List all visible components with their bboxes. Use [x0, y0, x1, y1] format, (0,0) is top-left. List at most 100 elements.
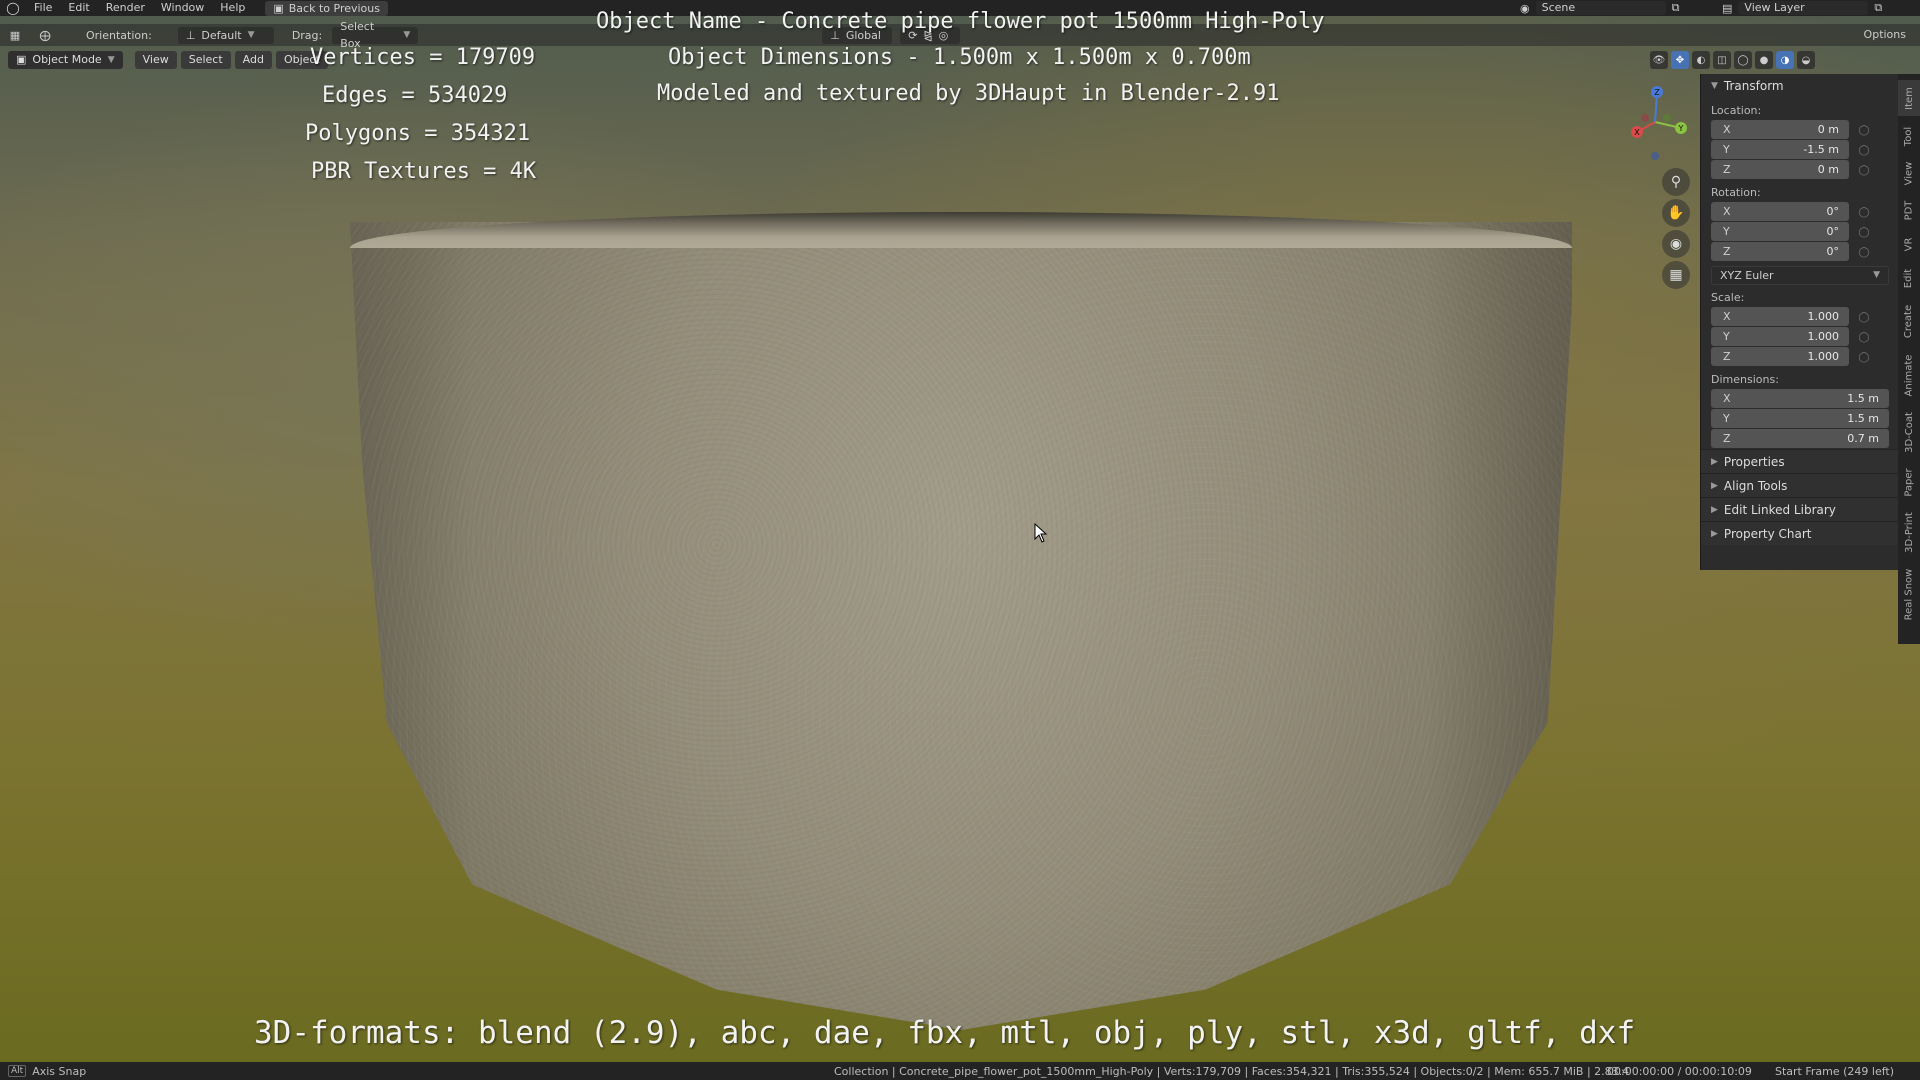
zoom-icon[interactable]: ⚲	[1662, 168, 1690, 196]
orientation-dropdown[interactable]: ⊥ Default ▼	[177, 26, 274, 44]
object-mode-dropdown[interactable]: ▣ Object Mode ▼	[8, 51, 123, 69]
axis-label: Y	[1723, 330, 1730, 343]
menu-file[interactable]: File	[26, 0, 60, 16]
tab-pdt[interactable]: PDT	[1898, 194, 1920, 226]
scene-icon: ◉	[1520, 1, 1530, 15]
rotation-z-field[interactable]: Z 0°	[1711, 242, 1849, 261]
tab-tool[interactable]: Tool	[1898, 120, 1920, 152]
properties-panel-header[interactable]: ▶ Properties	[1701, 449, 1898, 473]
drag-dropdown[interactable]: Select Box ▼	[332, 20, 419, 50]
location-y-row: Y -1.5 m ◯	[1701, 140, 1898, 160]
menu-window[interactable]: Window	[153, 0, 212, 16]
property-chart-panel-header[interactable]: ▶ Property Chart	[1701, 521, 1898, 545]
field-value: 1.5 m	[1847, 412, 1879, 425]
3d-viewport[interactable]	[0, 0, 1920, 1080]
scene-copy-icon[interactable]: ⧉	[1672, 1, 1680, 15]
axis-label: Z	[1723, 350, 1731, 363]
overlay-toggle-icon[interactable]: ◐	[1692, 51, 1710, 69]
tab-item[interactable]: Item	[1898, 80, 1920, 116]
lock-icon[interactable]: ◯	[1849, 227, 1879, 238]
scale-z-field[interactable]: Z 1.000	[1711, 347, 1849, 366]
solid-shading-icon[interactable]: ●	[1755, 51, 1773, 69]
axis-label: X	[1723, 310, 1731, 323]
axis-label: X	[1723, 205, 1731, 218]
menu-render[interactable]: Render	[98, 0, 153, 16]
location-y-field[interactable]: Y -1.5 m	[1711, 140, 1849, 159]
viewport-shading-controls: 👁 ✥ ◐ ◫ ◯ ● ◑ ◒	[1650, 50, 1815, 70]
options-button[interactable]: Options	[1858, 26, 1912, 43]
lock-icon[interactable]: ◯	[1849, 207, 1879, 218]
camera-view-icon[interactable]: ◉	[1662, 230, 1690, 258]
lock-icon[interactable]: ◯	[1849, 125, 1879, 136]
orientation-label: Orientation:	[86, 28, 152, 42]
back-to-previous-button[interactable]: ▣ Back to Previous	[265, 0, 388, 16]
blender-logo-icon[interactable]: ◯	[0, 0, 26, 16]
scale-y-field[interactable]: Y 1.000	[1711, 327, 1849, 346]
location-z-field[interactable]: Z 0 m	[1711, 160, 1849, 179]
tab-view[interactable]: View	[1898, 156, 1920, 190]
add-menu-button[interactable]: Add	[234, 51, 272, 69]
menu-help[interactable]: Help	[212, 0, 253, 16]
visibility-icon[interactable]: 👁	[1650, 51, 1668, 69]
scene-field[interactable]: Scene	[1535, 1, 1666, 15]
dimensions-x-field[interactable]: X 1.5 m	[1711, 389, 1889, 408]
lock-icon[interactable]: ◯	[1849, 332, 1879, 343]
gizmo-y-label: Y	[1678, 124, 1684, 133]
view-layer-selector[interactable]: ▤ View Layer ⧉	[1722, 1, 1912, 15]
lock-icon[interactable]: ◯	[1849, 247, 1879, 258]
wireframe-shading-icon[interactable]: ◯	[1734, 51, 1752, 69]
location-label: Location:	[1711, 104, 1762, 117]
tab-label: Animate	[1903, 354, 1915, 396]
rotation-mode-select[interactable]: XYZ Euler ▼	[1711, 266, 1889, 285]
tab-3d-coat[interactable]: 3D-Coat	[1898, 406, 1920, 458]
tab-label: Paper	[1903, 467, 1915, 497]
editor-type-icon[interactable]: ▦	[0, 24, 30, 46]
pan-hand-icon[interactable]: ✋	[1662, 199, 1690, 227]
drag-label: Drag:	[291, 28, 323, 42]
xray-toggle-icon[interactable]: ◫	[1713, 51, 1731, 69]
scene-selector[interactable]: ◉ Scene ⧉	[1520, 1, 1710, 15]
select-menu-button[interactable]: Select	[180, 51, 231, 69]
tab-edit[interactable]: Edit	[1898, 262, 1920, 294]
tab-create[interactable]: Create	[1898, 298, 1920, 344]
tab-3d-print[interactable]: 3D-Print	[1898, 506, 1920, 558]
axis-label: X	[1723, 123, 1731, 136]
perspective-grid-icon[interactable]: ▦	[1662, 261, 1690, 289]
dimensions-z-field[interactable]: Z 0.7 m	[1711, 429, 1889, 448]
align-tools-panel-header[interactable]: ▶ Align Tools	[1701, 473, 1898, 497]
lock-icon[interactable]: ◯	[1849, 312, 1879, 323]
orientation-value: Default	[201, 28, 242, 42]
chevron-down-icon: ▼	[403, 29, 411, 40]
rotation-y-field[interactable]: Y 0°	[1711, 222, 1849, 241]
tab-paper[interactable]: Paper	[1898, 462, 1920, 502]
tab-real-snow[interactable]: Real Snow	[1898, 562, 1920, 626]
material-shading-icon[interactable]: ◑	[1776, 51, 1794, 69]
view-layer-field[interactable]: View Layer	[1738, 1, 1869, 15]
vertices-stat: Vertices = 179709	[310, 45, 536, 70]
view-layer-copy-icon[interactable]: ⧉	[1874, 1, 1882, 15]
transform-panel-header[interactable]: ▼ Transform	[1701, 74, 1898, 98]
menu-edit[interactable]: Edit	[60, 0, 97, 16]
scale-x-field[interactable]: X 1.000	[1711, 307, 1849, 326]
location-x-field[interactable]: X 0 m	[1711, 120, 1849, 139]
rotation-x-field[interactable]: X 0°	[1711, 202, 1849, 221]
tab-animate[interactable]: Animate	[1898, 348, 1920, 402]
lock-icon[interactable]: ◯	[1849, 352, 1879, 363]
view-menu-button[interactable]: View	[134, 51, 177, 69]
rendered-shading-icon[interactable]: ◒	[1797, 51, 1815, 69]
concrete-pot-model[interactable]	[350, 222, 1572, 1030]
active-tool-icon[interactable]: ⨁	[30, 24, 60, 46]
status-bar: Alt Axis Snap Collection | Concrete_pipe…	[0, 1062, 1920, 1080]
navigation-gizmo[interactable]: Y X Z	[1615, 82, 1695, 162]
dimensions-y-field[interactable]: Y 1.5 m	[1711, 409, 1889, 428]
lock-icon[interactable]: ◯	[1849, 165, 1879, 176]
start-frame-info: Start Frame (249 left)	[1775, 1065, 1895, 1078]
edges-stat: Edges = 534029	[322, 83, 508, 108]
dimensions-y-row: Y 1.5 m	[1701, 409, 1898, 429]
edit-linked-library-panel-header[interactable]: ▶ Edit Linked Library	[1701, 497, 1898, 521]
neg-y-handle	[1663, 114, 1671, 122]
lock-icon[interactable]: ◯	[1849, 145, 1879, 156]
gizmo-toggle-icon[interactable]: ✥	[1671, 51, 1689, 69]
tab-vr[interactable]: VR	[1898, 230, 1920, 258]
expand-right-icon: ▶	[1711, 504, 1718, 515]
